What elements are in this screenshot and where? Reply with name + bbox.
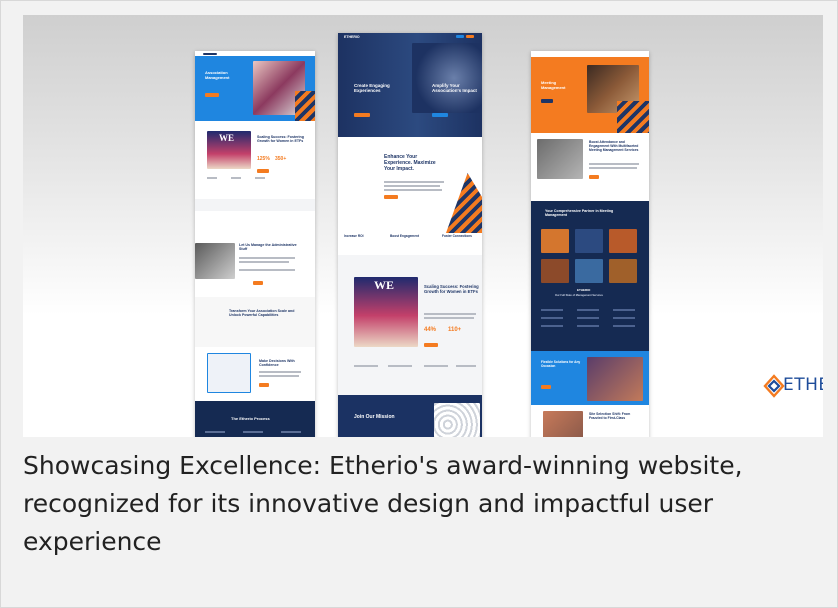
feature-foster-connections: Foster Connections <box>442 234 472 238</box>
impact-section: Enhance Your Experience. Maximize Your I… <box>338 137 482 255</box>
audience-photo <box>412 43 482 113</box>
section3-title: Transform Your Association Scale and Unl… <box>229 309 295 318</box>
stat-a: 44% <box>424 327 437 333</box>
process-title: The Etherio Process <box>231 416 270 421</box>
stat-b: 350+ <box>275 156 287 162</box>
team-illustration <box>434 403 480 437</box>
grid-title: ETHERIO <box>577 288 591 292</box>
stat-a: 125% <box>257 156 270 162</box>
section-title: Boost Attendance and Engagement With Mul… <box>589 140 639 152</box>
section2-title: Let Us Manage the Administrative Stuff <box>239 243 297 252</box>
hero-right-button[interactable] <box>432 113 448 117</box>
case-title: Scaling Success: Fostering Growth for Wo… <box>424 284 479 294</box>
etherio-logo-wordmark: ETHERIO <box>783 375 823 395</box>
feature-increase-roi: Increase ROI <box>344 234 364 238</box>
nav-cta-button[interactable] <box>466 35 474 38</box>
hero-title: Association Management <box>205 70 230 80</box>
stat-b: 110+ <box>448 327 462 333</box>
hero-button[interactable] <box>205 93 219 97</box>
admin-section: Let Us Manage the Administrative Stuff <box>195 213 315 297</box>
site-title: Site Selection Shift: From Frazzled to F… <box>589 412 631 420</box>
partner-section: Your Comprehensive Partner in Meeting Ma… <box>531 201 649 405</box>
feature-boost-engagement: Boost Engagement <box>390 234 420 238</box>
feature-title: Scaling Success: Fostering Growth for Wo… <box>257 135 304 144</box>
engagement-section: Boost Attendance and Engagement With Mul… <box>531 133 649 201</box>
hero-left-title: Create Engaging Experiences <box>354 83 390 94</box>
association-page-screenshot: Association Management WE Scaling Succes… <box>195 51 315 437</box>
section4-title: Make Decisions With Confidence <box>259 359 295 368</box>
hero-title: Meeting Management <box>541 80 566 90</box>
process-section: The Etherio Process <box>195 401 315 437</box>
learn-more-button[interactable] <box>384 195 398 199</box>
hero-left-button[interactable] <box>354 113 370 117</box>
badge-title: WE <box>374 278 395 292</box>
nav-button[interactable] <box>456 35 464 38</box>
badge-title: WE <box>219 133 235 143</box>
hero-section: Association Management <box>195 51 315 121</box>
cta-title: Flexible Solutions for Any Occasion <box>541 360 581 368</box>
case-study-section: WE Scaling Success: Fostering Growth for… <box>338 255 482 395</box>
partner-title: Your Comprehensive Partner in Meeting Ma… <box>545 209 614 218</box>
case-study-section: WE Scaling Success: Fostering Growth for… <box>195 121 315 211</box>
hero-section: ETHERIO Create Engaging Experiences Ampl… <box>338 33 482 137</box>
decisions-section: Make Decisions With Confidence <box>195 347 315 401</box>
nav-logo[interactable]: ETHERIO <box>344 35 360 39</box>
headline: Enhance Your Experience. Maximize Your I… <box>384 154 436 172</box>
hero-section: Meeting Management <box>531 51 649 133</box>
image-caption: Showcasing Excellence: Etherio's award-w… <box>23 451 743 556</box>
case-study-button[interactable] <box>424 343 438 347</box>
image-card: Association Management WE Scaling Succes… <box>0 0 838 608</box>
home-page-screenshot: ETHERIO Create Engaging Experiences Ampl… <box>338 33 482 437</box>
website-showcase-image: Association Management WE Scaling Succes… <box>23 15 823 437</box>
hero-right-title: Amplify Your Association's Impact <box>432 83 477 94</box>
read-more-button[interactable] <box>257 169 269 173</box>
services-title: Our Full Slate of Management Services <box>555 294 603 297</box>
mission-section: Join Our Mission <box>338 395 482 437</box>
site-selection-section: Site Selection Shift: From Frazzled to F… <box>531 405 649 437</box>
transform-section: Transform Your Association Scale and Unl… <box>195 297 315 347</box>
meeting-management-page-screenshot: Meeting Management Boost Attendance and … <box>531 51 649 437</box>
mission-title: Join Our Mission <box>354 414 395 420</box>
